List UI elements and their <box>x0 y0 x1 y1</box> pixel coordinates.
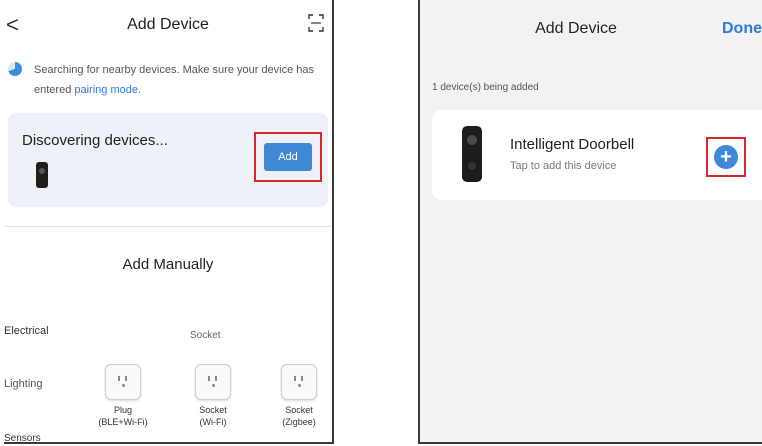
discovering-card: Discovering devices... Add <box>8 113 328 207</box>
plug-icon <box>105 364 141 400</box>
add-device-plus-icon[interactable]: + <box>714 145 738 169</box>
socket-icon <box>281 364 317 400</box>
left-phone-screen: < Add Device Searching for nearby device… <box>4 0 334 444</box>
pairing-mode-link[interactable]: pairing mode <box>74 84 138 96</box>
socket-zigbee-label: Socket (Zigbee) <box>264 404 332 428</box>
plus-highlight-box: + <box>706 137 746 177</box>
device-hint: Tap to add this device <box>510 160 617 172</box>
plug-label: Plug (BLE+Wi-Fi) <box>88 404 158 428</box>
plug-ble-wifi-tile[interactable] <box>103 364 143 400</box>
divider <box>4 226 332 227</box>
searching-spinner-icon <box>8 62 22 76</box>
socket-zigbee-label-line2: (Zigbee) <box>282 417 316 427</box>
done-button[interactable]: Done <box>722 20 762 38</box>
socket-wifi-tile[interactable] <box>193 364 233 400</box>
discovered-device-icon <box>36 162 48 188</box>
socket-zigbee-label-line1: Socket <box>285 405 313 415</box>
device-card[interactable]: Intelligent Doorbell Tap to add this dev… <box>432 110 762 200</box>
plug-label-line1: Plug <box>113 405 132 415</box>
socket-zigbee-tile[interactable] <box>279 364 319 400</box>
add-manually-heading: Add Manually <box>122 256 214 273</box>
category-lighting[interactable]: Lighting <box>4 378 43 390</box>
socket-icon <box>195 364 231 400</box>
device-name: Intelligent Doorbell <box>510 136 635 153</box>
page-title: Add Device <box>127 16 209 33</box>
scan-icon[interactable] <box>308 14 324 32</box>
page-title: Add Device <box>535 20 617 37</box>
plug-label-line2: (BLE+Wi-Fi) <box>98 417 148 427</box>
right-phone-screen: Add Device Done 1 device(s) being added … <box>418 0 762 444</box>
category-sensors[interactable]: Sensors <box>4 433 41 442</box>
discovering-label: Discovering devices... <box>22 132 168 149</box>
search-status-text: Searching for nearby devices. Make sure … <box>34 60 324 100</box>
add-highlight-box: Add <box>254 132 322 182</box>
search-suffix: . <box>137 84 142 96</box>
doorbell-icon <box>462 126 482 182</box>
socket-wifi-label: Socket (Wi-Fi) <box>178 404 248 428</box>
devices-being-added-count: 1 device(s) being added <box>432 82 539 93</box>
socket-section-header: Socket <box>190 330 221 341</box>
socket-wifi-label-line2: (Wi-Fi) <box>199 417 227 427</box>
socket-wifi-label-line1: Socket <box>199 405 227 415</box>
add-button[interactable]: Add <box>264 143 312 171</box>
category-electrical[interactable]: Electrical <box>4 325 49 337</box>
